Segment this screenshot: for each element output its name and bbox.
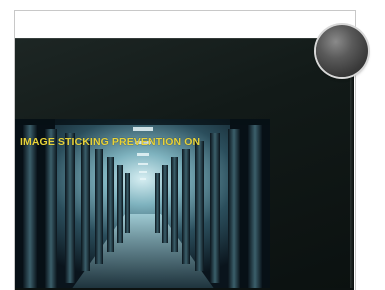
monitor-edge [350,38,354,290]
monitor-screen: IMAGE STICKING PREVENTION ON [15,119,270,290]
image-sticking-prevention-message: IMAGE STICKING PREVENTION ON [20,136,201,148]
round-control-knob-icon[interactable] [316,25,368,77]
monitor-bezel: IMAGE STICKING PREVENTION ON [15,38,354,290]
